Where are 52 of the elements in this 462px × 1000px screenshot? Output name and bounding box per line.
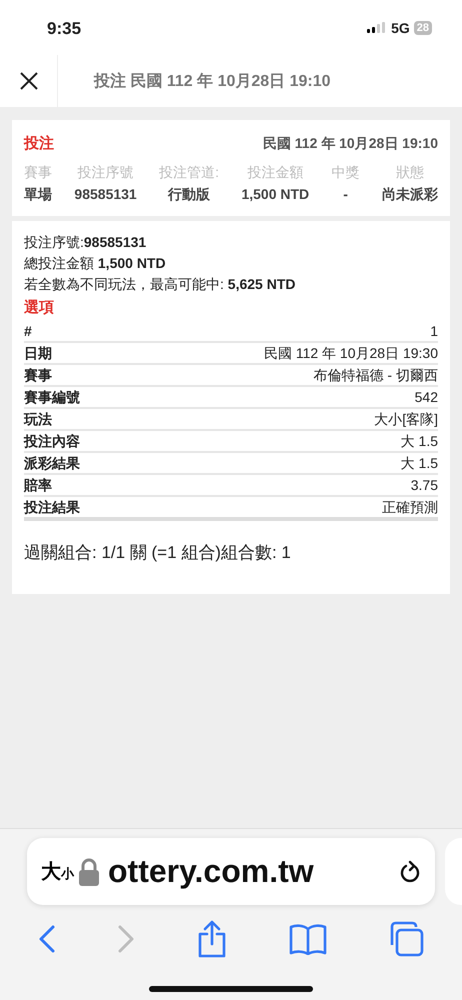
row-label: # xyxy=(24,322,32,341)
address-bar[interactable]: 大小 ottery.com.tw xyxy=(27,838,435,905)
row-value: 正確預測 xyxy=(382,498,438,517)
battery-icon: 28 xyxy=(414,20,432,34)
book-icon[interactable] xyxy=(288,923,327,955)
column-label: 中獎 xyxy=(332,164,360,182)
column-value: 98585131 xyxy=(74,186,137,202)
lock-icon xyxy=(78,858,100,886)
row-label: 投注內容 xyxy=(24,432,80,451)
page-title: 投注 民國 112 年 10月28日 19:10 xyxy=(94,71,331,92)
row-value: 542 xyxy=(414,388,438,407)
info-line: 投注序號:98585131 xyxy=(24,233,148,252)
row-label: 派彩結果 xyxy=(24,454,80,473)
parlay-summary: 過關組合: 1/1 關 (=1 組合)組合數: 1 xyxy=(24,542,292,564)
network-label: 5G xyxy=(391,20,410,36)
column-label: 投注序號 xyxy=(78,164,134,182)
row-value: 3.75 xyxy=(410,476,438,495)
row-label: 賠率 xyxy=(24,476,52,495)
section-heading: 選項 xyxy=(24,298,55,317)
close-icon[interactable] xyxy=(18,71,38,91)
row-value: 大 1.5 xyxy=(400,454,438,473)
row-label: 賽事 xyxy=(24,366,52,385)
bet-date: 民國 112 年 10月28日 19:10 xyxy=(262,134,438,152)
column-value: 行動版 xyxy=(168,186,210,204)
info-line: 若全數為不同玩法，最高可能中: 5,625 NTD xyxy=(24,275,296,294)
row-label: 日期 xyxy=(24,344,52,363)
column-value: 1,500 NTD xyxy=(241,186,310,202)
text-size-button[interactable]: 大小 xyxy=(37,858,78,885)
signal-icon xyxy=(367,22,386,33)
section-heading: 投注 xyxy=(24,134,54,153)
info-line: 總投注金額 1,500 NTD xyxy=(24,254,167,273)
column-label: 投注金額 xyxy=(247,164,304,182)
column-value: 單場 xyxy=(24,186,52,204)
row-label: 玩法 xyxy=(24,410,52,429)
column-value: 尚未派彩 xyxy=(382,186,438,204)
back-icon[interactable] xyxy=(38,924,56,954)
row-value: 大小[客隊] xyxy=(374,410,438,429)
column-label: 投注管道: xyxy=(159,164,220,182)
column-value: - xyxy=(343,186,348,202)
tabs-icon[interactable] xyxy=(388,921,424,957)
url-text: ottery.com.tw xyxy=(108,853,315,890)
clock: 9:35 xyxy=(47,18,82,38)
row-value: 大 1.5 xyxy=(400,432,438,451)
row-label: 投注結果 xyxy=(24,498,80,517)
column-label: 狀態 xyxy=(396,164,424,182)
share-icon[interactable] xyxy=(196,920,228,958)
reload-icon[interactable] xyxy=(399,860,421,884)
row-label: 賽事編號 xyxy=(24,388,80,407)
row-value: 布倫特福德 - 切爾西 xyxy=(314,366,438,385)
row-value: 民國 112 年 10月28日 19:30 xyxy=(264,344,438,363)
row-value: 1 xyxy=(430,322,438,341)
column-label: 賽事 xyxy=(24,164,52,182)
